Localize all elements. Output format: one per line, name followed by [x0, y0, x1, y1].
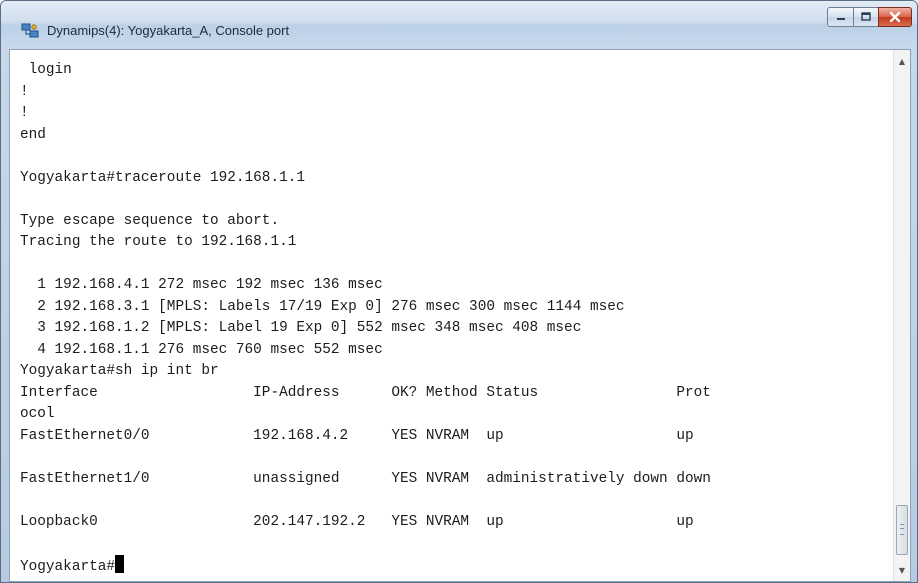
console-line: FastEthernet0/0 192.168.4.2 YES NVRAM up…	[20, 427, 694, 444]
maximize-button[interactable]	[853, 7, 879, 27]
console-line: 2 192.168.3.1 [MPLS: Labels 17/19 Exp 0]…	[20, 298, 625, 315]
console-line: !	[20, 83, 29, 100]
console-history: login ! ! end Yogyakarta#traceroute 192.…	[20, 62, 711, 530]
console-line: Yogyakarta#traceroute 192.168.1.1	[20, 169, 305, 186]
grip-icon	[900, 524, 904, 535]
network-port-icon	[21, 23, 39, 38]
scroll-up-icon[interactable]: ▲	[894, 54, 910, 70]
console-window: Dynamips(4): Yogyakarta_A, Console port …	[0, 0, 918, 583]
console-line: login	[20, 62, 72, 78]
console-line: FastEthernet1/0 unassigned YES NVRAM adm…	[20, 470, 711, 487]
minimize-button[interactable]	[827, 7, 854, 27]
console-line: 1 192.168.4.1 272 msec 192 msec 136 msec	[20, 277, 383, 293]
text-cursor	[115, 554, 124, 573]
window-title: Dynamips(4): Yogyakarta_A, Console port	[47, 23, 290, 38]
scroll-thumb[interactable]	[896, 505, 908, 555]
console-line: Tracing the route to 192.168.1.1	[20, 234, 297, 250]
console-line: Interface IP-Address OK? Method Status P…	[20, 384, 711, 401]
console-output[interactable]: login ! ! end Yogyakarta#traceroute 192.…	[20, 60, 711, 578]
console-area[interactable]: login ! ! end Yogyakarta#traceroute 192.…	[9, 49, 911, 582]
console-line: ocol	[20, 406, 55, 422]
console-line: !	[20, 105, 29, 121]
title-bar[interactable]: Dynamips(4): Yogyakarta_A, Console port	[1, 1, 917, 46]
minimize-icon	[836, 18, 845, 20]
console-line: 3 192.168.1.2 [MPLS: Label 19 Exp 0] 552…	[20, 320, 582, 336]
console-line: Yogyakarta#sh ip int br	[20, 363, 219, 379]
console-prompt: Yogyakarta#	[20, 558, 115, 575]
console-line: Type escape sequence to abort.	[20, 212, 280, 229]
maximize-icon	[861, 12, 871, 21]
console-line: end	[20, 126, 46, 143]
console-line: Loopback0 202.147.192.2 YES NVRAM up up	[20, 513, 694, 530]
vertical-scrollbar[interactable]: ▲ ▼	[893, 50, 910, 581]
close-button[interactable]	[878, 7, 912, 27]
scroll-down-icon[interactable]: ▼	[894, 563, 910, 579]
close-icon	[889, 11, 901, 23]
console-line: 4 192.168.1.1 276 msec 760 msec 552 msec	[20, 341, 383, 358]
